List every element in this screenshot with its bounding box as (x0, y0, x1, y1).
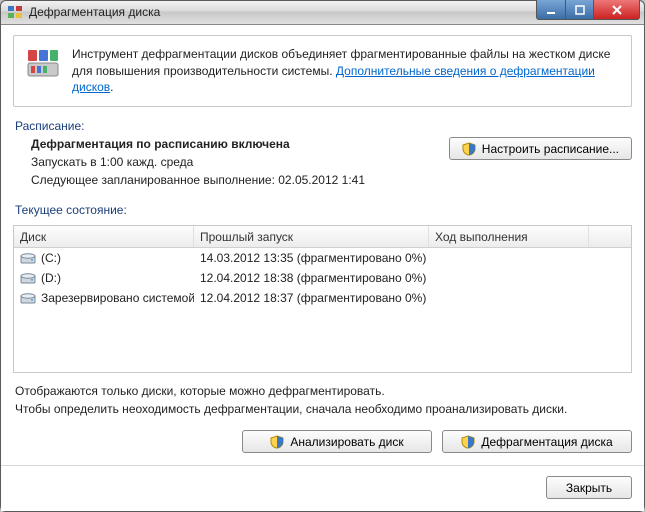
title-bar[interactable]: Дефрагментация диска (1, 1, 644, 25)
disk-name: Зарезервировано системой (41, 291, 194, 305)
drive-icon (20, 271, 36, 285)
configure-schedule-label: Настроить расписание... (482, 142, 619, 156)
window-frame: Дефрагментация диска (0, 0, 645, 512)
shield-icon (462, 142, 476, 156)
window-title: Дефрагментация диска (29, 5, 160, 19)
analyze-disk-label: Анализировать диск (290, 435, 403, 449)
close-button[interactable]: Закрыть (546, 476, 632, 499)
drive-icon (20, 251, 36, 265)
col-progress[interactable]: Ход выполнения (429, 226, 589, 247)
client-area: Инструмент дефрагментации дисков объедин… (1, 25, 644, 511)
table-row[interactable]: (C:) 14.03.2012 13:35 (фрагментировано 0… (14, 248, 631, 268)
disk-last-run: 14.03.2012 13:35 (фрагментировано 0%) (194, 251, 429, 265)
disk-last-run: 12.04.2012 18:37 (фрагментировано 0%) (194, 291, 429, 305)
disk-listview[interactable]: Диск Прошлый запуск Ход выполнения (C:) … (13, 225, 632, 373)
schedule-next-run: Следующее запланированное выполнение: 02… (31, 173, 441, 187)
info-panel: Инструмент дефрагментации дисков объедин… (13, 35, 632, 107)
schedule-section-label: Расписание: (15, 119, 632, 133)
analyze-disk-button[interactable]: Анализировать диск (242, 430, 432, 453)
table-row[interactable]: Зарезервировано системой 12.04.2012 18:3… (14, 288, 631, 308)
minimize-button[interactable] (536, 0, 566, 20)
close-button-label: Закрыть (566, 481, 612, 495)
hint-line-2: Чтобы определить неоходимость дефрагмент… (15, 401, 632, 418)
disk-name: (C:) (41, 251, 61, 265)
drive-icon (20, 291, 36, 305)
hint-line-1: Отображаются только диски, которые можно… (15, 383, 632, 400)
info-text: Инструмент дефрагментации дисков объедин… (72, 46, 619, 96)
defragment-disk-label: Дефрагментация диска (481, 435, 612, 449)
col-spacer (589, 226, 631, 247)
maximize-button[interactable] (566, 0, 594, 20)
hint-text: Отображаются только диски, которые можно… (13, 383, 632, 418)
close-window-button[interactable] (594, 0, 640, 20)
defragment-disk-button[interactable]: Дефрагментация диска (442, 430, 632, 453)
current-section-label: Текущее состояние: (15, 203, 632, 217)
configure-schedule-button[interactable]: Настроить расписание... (449, 137, 632, 160)
defrag-icon (26, 46, 60, 80)
schedule-run-at: Запускать в 1:00 кажд. среда (31, 155, 441, 169)
table-row[interactable]: (D:) 12.04.2012 18:38 (фрагментировано 0… (14, 268, 631, 288)
divider (1, 465, 644, 466)
schedule-status: Дефрагментация по расписанию включена (31, 137, 441, 151)
listview-header: Диск Прошлый запуск Ход выполнения (14, 226, 631, 248)
col-disk[interactable]: Диск (14, 226, 194, 247)
disk-name: (D:) (41, 271, 61, 285)
app-icon (7, 4, 23, 20)
shield-icon (270, 435, 284, 449)
disk-last-run: 12.04.2012 18:38 (фрагментировано 0%) (194, 271, 429, 285)
col-last-run[interactable]: Прошлый запуск (194, 226, 429, 247)
shield-icon (461, 435, 475, 449)
